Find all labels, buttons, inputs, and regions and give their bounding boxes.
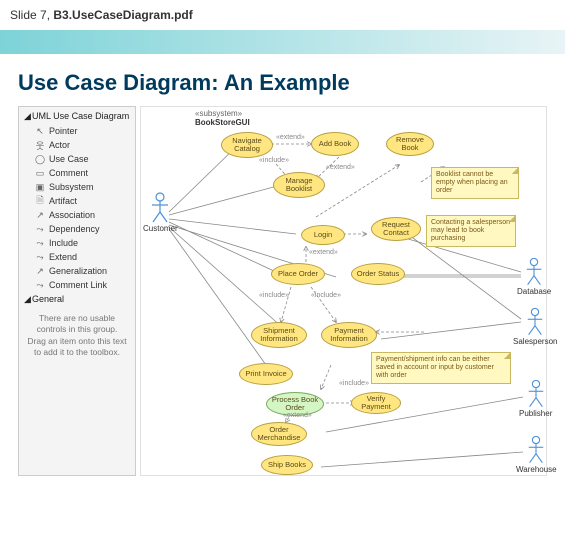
- gradient-bar: [0, 30, 565, 54]
- connectors-layer: [141, 107, 546, 475]
- tb-extend[interactable]: ⤳Extend: [21, 250, 133, 264]
- tb-association[interactable]: ↗Association: [21, 208, 133, 222]
- lbl-include-2: «include»: [259, 292, 289, 299]
- tb-usecase[interactable]: ◯Use Case: [21, 152, 133, 166]
- include-icon: ⤳: [35, 238, 45, 248]
- subsystem-icon: ▣: [35, 182, 45, 192]
- slide-number: Slide 7,: [10, 8, 53, 22]
- uc-request-contact[interactable]: Request Contact: [371, 217, 421, 241]
- lbl-extend-1: «extend»: [276, 134, 305, 141]
- dependency-icon: ⤳: [35, 224, 45, 234]
- commentlink-icon: ⤳: [35, 280, 45, 290]
- uc-order-status[interactable]: Order Status: [351, 263, 405, 285]
- lbl-include-3: «include»: [311, 292, 341, 299]
- toolbox: ◢UML Use Case Diagram ↖Pointer 웃Actor ◯U…: [18, 106, 136, 476]
- caret-down-icon: ◢: [24, 294, 32, 305]
- uc-ship-books[interactable]: Ship Books: [261, 455, 313, 475]
- caret-down-icon: ◢: [24, 111, 32, 122]
- actor-database[interactable]: Database: [517, 257, 551, 296]
- note-contact-sales[interactable]: Contacting a salesperson may lead to boo…: [426, 215, 516, 247]
- tb-generalization[interactable]: ↗Generalization: [21, 264, 133, 278]
- uc-payment-info[interactable]: Payment Information: [321, 322, 377, 348]
- uc-add-book[interactable]: Add Book: [311, 132, 359, 156]
- lbl-include-4: «include»: [339, 380, 369, 387]
- toolbox-group-uml[interactable]: ◢UML Use Case Diagram: [21, 109, 133, 124]
- subsystem-label: «subsystem» BookStoreGUI: [195, 109, 250, 127]
- generalization-icon: ↗: [35, 266, 45, 276]
- usecase-icon: ◯: [35, 154, 45, 164]
- note-payment-shipment[interactable]: Payment/shipment info can be either save…: [371, 352, 511, 384]
- tb-actor[interactable]: 웃Actor: [21, 138, 133, 152]
- tb-artifact[interactable]: 🗎Artifact: [21, 194, 133, 208]
- toolbox-group-general[interactable]: ◢General: [21, 292, 133, 307]
- file-name: B3.UseCaseDiagram.pdf: [53, 8, 192, 22]
- tb-pointer[interactable]: ↖Pointer: [21, 124, 133, 138]
- uc-navigate-catalog[interactable]: Navigate Catalog: [221, 132, 273, 158]
- actor-warehouse[interactable]: Warehouse: [516, 435, 557, 474]
- diagram-canvas[interactable]: «subsystem» BookStoreGUI Customer Databa…: [140, 106, 547, 476]
- slide-title: Use Case Diagram: An Example: [18, 70, 547, 96]
- actor-icon: 웃: [35, 140, 45, 150]
- uc-place-order[interactable]: Place Order: [271, 263, 325, 285]
- uc-shipment-info[interactable]: Shipment Information: [251, 322, 307, 348]
- uc-verify-payment[interactable]: Verify Payment: [351, 392, 401, 414]
- tb-comment[interactable]: ▭Comment: [21, 166, 133, 180]
- content-row: ◢UML Use Case Diagram ↖Pointer 웃Actor ◯U…: [18, 106, 547, 476]
- comment-icon: ▭: [35, 168, 45, 178]
- toolbox-empty-text: There are no usable controls in this gro…: [21, 307, 133, 365]
- slide-body: Use Case Diagram: An Example ◢UML Use Ca…: [0, 54, 565, 486]
- uc-manage-booklist[interactable]: Manage Booklist: [273, 172, 325, 198]
- uc-print-invoice[interactable]: Print Invoice: [239, 363, 293, 385]
- tb-dependency[interactable]: ⤳Dependency: [21, 222, 133, 236]
- association-icon: ↗: [35, 210, 45, 220]
- actor-salesperson[interactable]: Salesperson: [513, 307, 557, 346]
- artifact-icon: 🗎: [35, 196, 45, 206]
- tb-subsystem[interactable]: ▣Subsystem: [21, 180, 133, 194]
- lbl-extend-4: «extend»: [283, 412, 312, 419]
- lbl-include-1: «include»: [259, 157, 289, 164]
- slide-header: Slide 7, B3.UseCaseDiagram.pdf: [0, 0, 565, 30]
- uc-remove-book[interactable]: Remove Book: [386, 132, 434, 156]
- note-booklist-empty[interactable]: Booklist cannot be empty when placing an…: [431, 167, 519, 199]
- pointer-icon: ↖: [35, 126, 45, 136]
- uc-order-merchandise[interactable]: Order Merchandise: [251, 422, 307, 446]
- tb-include[interactable]: ⤳Include: [21, 236, 133, 250]
- actor-publisher[interactable]: Publisher: [519, 379, 552, 418]
- tb-commentlink[interactable]: ⤳Comment Link: [21, 278, 133, 292]
- lbl-extend-2: «extend»: [326, 164, 355, 171]
- lbl-extend-3: «extend»: [309, 249, 338, 256]
- actor-customer[interactable]: Customer: [143, 192, 178, 233]
- extend-icon: ⤳: [35, 252, 45, 262]
- uc-login[interactable]: Login: [301, 225, 345, 245]
